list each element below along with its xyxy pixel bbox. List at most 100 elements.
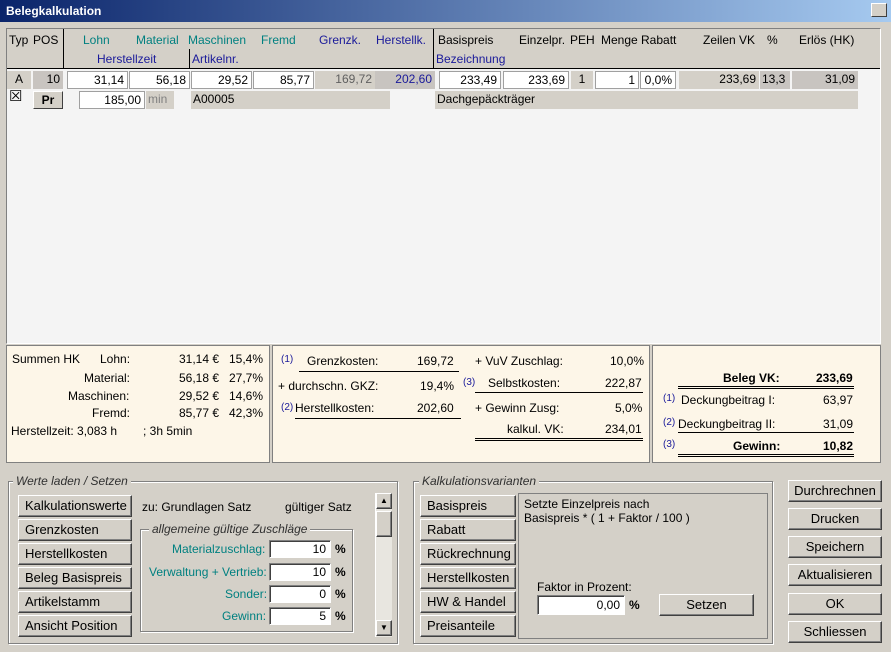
col-einzelpr[interactable]: Einzelpr. (519, 33, 565, 47)
row-menge[interactable]: 1 (595, 71, 639, 89)
rueckrechnung-button[interactable]: Rückrechnung (420, 543, 516, 565)
scroll-down-arrow-icon[interactable]: ▼ (376, 620, 392, 636)
title-bar: Belegkalkulation (0, 0, 891, 22)
kosten-marker-1: (1) (281, 354, 294, 365)
summen-herstellzeit: Herstellzeit: 3,083 h (11, 424, 118, 438)
row-herstellzeit[interactable]: 185,00 (79, 91, 145, 109)
summen-lohn-val: 31,14 € (179, 352, 220, 366)
gkz-label: + durchschn. GKZ: (278, 379, 379, 393)
herstellkosten-variante-button[interactable]: Herstellkosten (420, 567, 516, 589)
beleg-marker-1: (1) (663, 393, 676, 404)
db1-val: 63,97 (823, 393, 854, 407)
gewinn-label: Gewinn: (733, 439, 781, 453)
materialzuschlag-input[interactable]: 10 (269, 540, 331, 558)
col-peh[interactable]: PEH (570, 33, 595, 47)
col-lohn[interactable]: Lohn (83, 33, 110, 47)
col-bezeichnung[interactable]: Bezeichnung (436, 52, 505, 66)
col-herstellk[interactable]: Herstellk. (376, 33, 426, 47)
sonder-input[interactable]: 0 (269, 585, 331, 603)
gueltiger-satz-text: gültiger Satz (285, 500, 352, 514)
faktor-unit: % (629, 598, 640, 612)
row-select-checkbox[interactable]: ☒ (9, 89, 22, 105)
row-rabatt[interactable]: 0,0% (640, 71, 676, 89)
herstellkosten-label: Herstellkosten: (295, 401, 375, 415)
schliessen-button[interactable]: Schliessen (788, 621, 882, 643)
row-einzelpr[interactable]: 233,69 (503, 71, 569, 89)
hw-handel-button[interactable]: HW & Handel (420, 591, 516, 613)
row-artikelnr[interactable]: A00005 (191, 91, 390, 109)
materialzuschlag-label: Materialzuschlag: (172, 542, 266, 556)
window-title: Belegkalkulation (6, 4, 102, 18)
col-maschinen[interactable]: Maschinen (188, 33, 246, 47)
setzen-button[interactable]: Setzen (659, 594, 754, 616)
col-pct[interactable]: % (767, 33, 778, 47)
artikelstamm-button[interactable]: Artikelstamm (18, 591, 132, 613)
verwaltung-vertrieb-input[interactable]: 10 (269, 563, 331, 581)
drucken-button[interactable]: Drucken (788, 508, 882, 530)
gewinn-zusg-val: 5,0% (615, 401, 643, 415)
vuv-label: + VuV Zuschlag: (475, 354, 563, 368)
werte-group-label: Werte laden / Setzen (13, 474, 131, 488)
preisanteile-button[interactable]: Preisanteile (420, 615, 516, 637)
col-basispreis[interactable]: Basispreis (438, 33, 493, 47)
row-maschinen[interactable]: 29,52 (191, 71, 252, 89)
beleg-marker-2: (2) (663, 417, 676, 428)
ansicht-position-button[interactable]: Ansicht Position (18, 615, 132, 637)
scroll-up-arrow-icon[interactable]: ▲ (376, 493, 392, 509)
grenzkosten-button[interactable]: Grenzkosten (18, 519, 132, 541)
werte-scrollbar[interactable]: ▲ ▼ (375, 493, 392, 637)
col-artikelnr[interactable]: Artikelnr. (192, 52, 239, 66)
col-grenzk[interactable]: Grenzk. (319, 33, 361, 47)
col-erloes[interactable]: Erlös (HK) (799, 33, 854, 47)
row-basispreis[interactable]: 233,49 (439, 71, 501, 89)
variante-desc-line1: Setzte Einzelpreis nach (524, 497, 650, 511)
row-grenzk: 169,72 (315, 71, 375, 89)
summen-lohn-label: Lohn: (100, 352, 131, 366)
col-zeilen-vk[interactable]: Zeilen VK (703, 33, 755, 47)
col-typ[interactable]: Typ (9, 33, 28, 47)
gewinn-zuschlag-input[interactable]: 5 (269, 607, 331, 625)
row-bezeichnung[interactable]: Dachgepäckträger (435, 91, 858, 109)
col-pos[interactable]: POS (33, 33, 58, 47)
beleg-marker-3: (3) (663, 439, 676, 450)
kalkulationswerte-button[interactable]: Kalkulationswerte (18, 495, 132, 517)
row-typ[interactable]: A (7, 71, 31, 89)
beleg-basispreis-button[interactable]: Beleg Basispreis (18, 567, 132, 589)
gewinn-zuschlag-unit: % (335, 609, 346, 623)
row-lohn[interactable]: 31,14 (67, 71, 128, 89)
col-fremd[interactable]: Fremd (261, 33, 296, 47)
col-herstellzeit[interactable]: Herstellzeit (97, 52, 156, 66)
kosten-marker-2: (2) (281, 402, 294, 413)
herstellkosten-button[interactable]: Herstellkosten (18, 543, 132, 565)
kalkul-vk-val: 234,01 (605, 422, 642, 436)
basispreis-button[interactable]: Basispreis (420, 495, 516, 517)
position-grid: Typ POS Lohn Material Maschinen Fremd Gr… (6, 28, 881, 344)
row-fremd[interactable]: 85,77 (253, 71, 314, 89)
summen-herstellzeit-hm: ; 3h 5min (143, 424, 193, 438)
durchrechnen-button[interactable]: Durchrechnen (788, 480, 882, 502)
col-menge[interactable]: Menge (601, 33, 638, 47)
ok-button[interactable]: OK (788, 593, 882, 615)
speichern-button[interactable]: Speichern (788, 536, 882, 558)
scroll-thumb[interactable] (376, 511, 392, 537)
col-material[interactable]: Material (136, 33, 179, 47)
gkz-val: 19,4% (420, 379, 455, 393)
faktor-label: Faktor in Prozent: (537, 580, 632, 594)
kalkul-vk-label: kalkul. VK: (507, 422, 564, 436)
rabatt-button[interactable]: Rabatt (420, 519, 516, 541)
row-pos[interactable]: 10 (33, 71, 63, 89)
summen-material-label: Material: (84, 371, 131, 385)
sonder-unit: % (335, 587, 346, 601)
summen-fremd-label: Fremd: (92, 406, 131, 420)
close-button[interactable] (871, 3, 887, 17)
faktor-input[interactable]: 0,00 (537, 595, 625, 615)
row-material[interactable]: 56,18 (129, 71, 190, 89)
row-peh[interactable]: 1 (571, 71, 593, 89)
row-herstellzeit-unit: min (146, 91, 174, 109)
selbstkosten-val: 222,87 (605, 376, 642, 390)
row-pr-button[interactable]: Pr (33, 91, 63, 109)
gewinn-zusg-label: + Gewinn Zusg: (475, 401, 560, 415)
aktualisieren-button[interactable]: Aktualisieren (788, 564, 882, 586)
col-rabatt[interactable]: Rabatt (641, 33, 676, 47)
varianten-group-label: Kalkulationsvarianten (419, 474, 540, 488)
